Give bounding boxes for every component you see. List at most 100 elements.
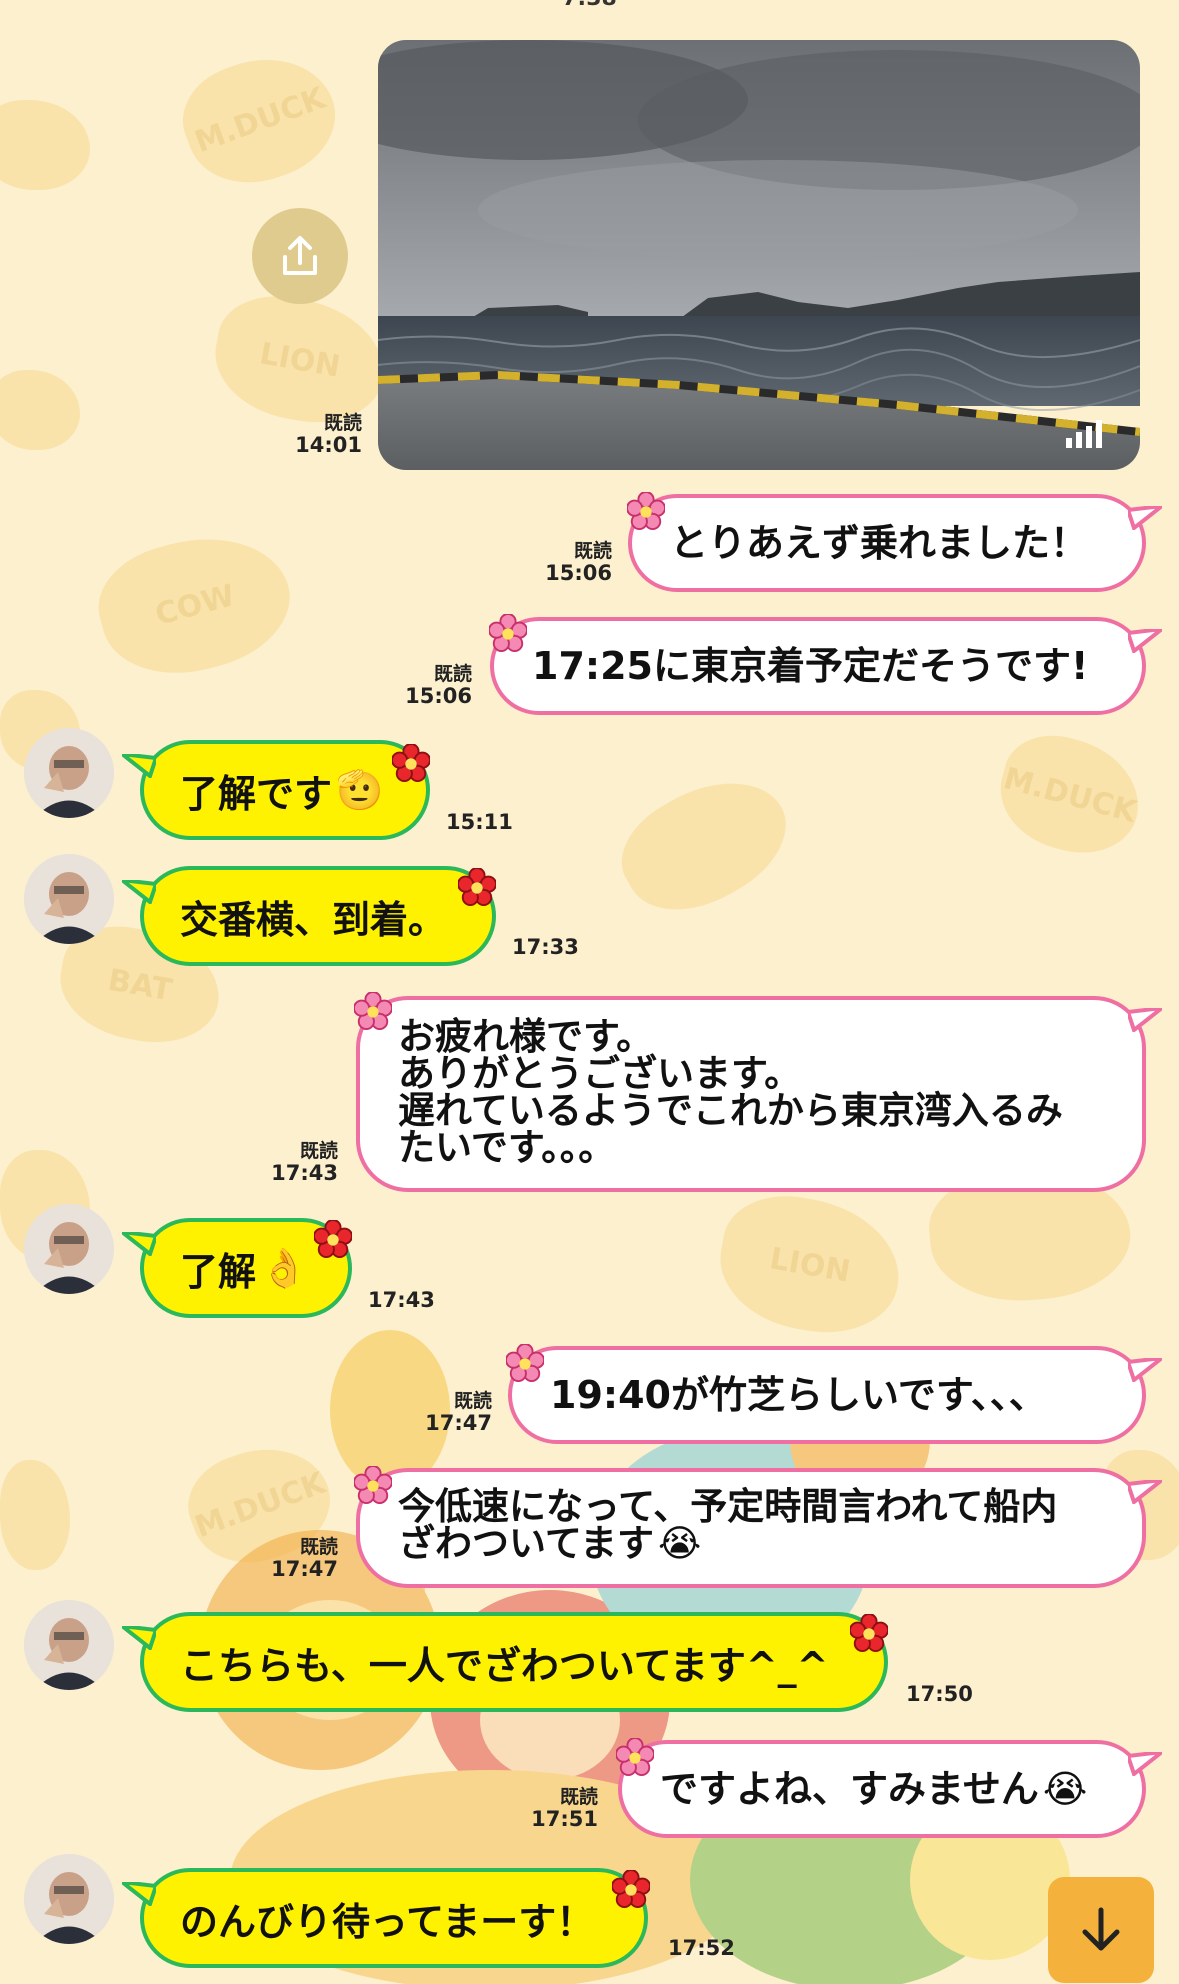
message-meta: 既読 17:47 (380, 1390, 492, 1435)
ok-hand-emoji: 👌 (260, 1245, 308, 1290)
message-text-line: 遅れているようでこれから東京湾入るみ (398, 1089, 1063, 1132)
red-flower-icon (850, 1614, 888, 1652)
bubble-tail (122, 1626, 156, 1650)
avatar-image (24, 1854, 114, 1944)
pink-flower-icon (506, 1344, 544, 1382)
message-meta: 既読 15:06 (500, 541, 612, 585)
saluting-emoji: 🫡 (336, 767, 384, 812)
message-text: 17:25に東京着予定だそうです! (532, 644, 1089, 688)
bubble-tail (122, 880, 156, 904)
red-flower-icon (314, 1220, 352, 1258)
message-text: とりあえず乗れました！ (670, 521, 1089, 565)
read-receipt: 既読 (453, 1390, 492, 1412)
outgoing-message-bubble[interactable]: 今低速になって、予定時間言われて船内 ざわついてます 😭 (356, 1468, 1162, 1588)
red-flower-icon (458, 868, 496, 906)
message-text: 了解 (180, 1249, 257, 1294)
outgoing-message-bubble[interactable]: とりあえず乗れました！ (628, 494, 1162, 592)
message-text-line: ありがとうございます。 (398, 1052, 802, 1095)
message-text-line: たいです。。。 (398, 1126, 616, 1169)
message-text-line: ざわついてます (398, 1522, 655, 1565)
message-time: 17:51 (531, 1806, 598, 1831)
contact-avatar[interactable] (24, 728, 114, 818)
avatar-image (24, 854, 114, 944)
message-time: 17:43 (368, 1288, 435, 1312)
message-meta: 既読 17:51 (486, 1786, 598, 1831)
background-cracker: M.DUCK (988, 723, 1152, 867)
red-flower-icon (612, 1870, 650, 1908)
bubble-tail (1128, 506, 1162, 530)
incoming-message-bubble[interactable]: のんびり待ってまーす！ (122, 1868, 648, 1968)
message-time: 15:11 (446, 810, 513, 834)
incoming-message-bubble[interactable]: こちらも、一人でざわついてます^_^ (122, 1612, 888, 1712)
message-time: 17:47 (271, 1556, 338, 1581)
contact-avatar[interactable] (24, 854, 114, 944)
bubble-tail (1128, 1358, 1162, 1382)
message-time: 17:52 (668, 1936, 735, 1960)
background-label: LION (767, 1240, 853, 1290)
message-time: 17:50 (906, 1682, 973, 1706)
message-time: 14:01 (295, 432, 362, 457)
bubble-tail (122, 754, 156, 778)
background-cracker (0, 370, 80, 450)
outgoing-message-bubble[interactable]: ですよね、すみません 😭 (618, 1740, 1162, 1838)
crying-emoji: 😭 (1042, 1767, 1088, 1811)
pink-flower-icon (616, 1738, 654, 1776)
message-text-line: お疲れ様です。 (398, 1015, 654, 1058)
background-cracker: COW (86, 517, 304, 693)
arrow-down-icon (1082, 1907, 1120, 1951)
pink-flower-icon (354, 1466, 392, 1504)
background-cracker (0, 1460, 70, 1570)
message-text: 19:40が竹芝らしいです、、、 (550, 1373, 1047, 1417)
sea-photo (378, 40, 1140, 470)
bubble-tail (1128, 1008, 1162, 1032)
photo-message-meta: 既読 14:01 (240, 412, 362, 457)
contact-avatar[interactable] (24, 1854, 114, 1944)
message-text: ですよね、すみません (660, 1767, 1039, 1811)
bubble-tail (1128, 629, 1162, 653)
message-time: 17:43 (271, 1160, 338, 1185)
read-receipt: 既読 (433, 663, 472, 685)
bubble-tail (1128, 1480, 1162, 1504)
message-time: 17:47 (425, 1410, 492, 1435)
pink-flower-icon (627, 492, 665, 530)
outgoing-message-bubble[interactable]: 17:25に東京着予定だそうです! (490, 617, 1162, 715)
avatar-image (24, 728, 114, 818)
message-meta: 既読 17:47 (226, 1536, 338, 1581)
scroll-to-bottom-button[interactable] (1048, 1877, 1154, 1983)
background-label: LION (257, 335, 343, 385)
contact-avatar[interactable] (24, 1600, 114, 1690)
photo-message[interactable] (378, 40, 1140, 470)
message-meta: 既読 17:43 (226, 1140, 338, 1185)
read-receipt: 既読 (299, 1140, 338, 1162)
avatar-image (24, 1204, 114, 1294)
incoming-message-bubble[interactable]: 了解です 🫡 (122, 740, 430, 840)
crying-emoji: 😭 (658, 1522, 702, 1565)
background-cracker: LION (205, 286, 395, 434)
message-text: 交番横、到着。 (180, 897, 447, 942)
message-text-line: 今低速になって、予定時間言われて船内 (398, 1485, 1058, 1528)
read-receipt: 既読 (559, 1786, 598, 1808)
outgoing-message-bubble[interactable]: お疲れ様です。 ありがとうございます。 遅れているようでこれから東京湾入るみ た… (356, 996, 1162, 1192)
bubble-tail (1128, 1752, 1162, 1776)
share-icon (283, 236, 317, 275)
red-flower-icon (392, 744, 430, 782)
message-text: こちらも、一人でざわついてます^_^ (180, 1643, 829, 1688)
contact-avatar[interactable] (24, 1204, 114, 1294)
message-text: のんびり待ってまーす！ (180, 1899, 595, 1944)
incoming-message-bubble[interactable]: 交番横、到着。 (122, 866, 496, 966)
read-receipt: 既読 (323, 412, 362, 434)
background-label: M.DUCK (190, 80, 330, 160)
pink-flower-icon (354, 992, 392, 1030)
message-time: 15:06 (545, 560, 612, 585)
background-cracker (0, 100, 90, 190)
message-meta: 既読 15:06 (360, 663, 472, 708)
read-receipt: 既読 (299, 1536, 338, 1558)
bubble-tail (122, 1232, 156, 1256)
pink-flower-icon (489, 614, 527, 652)
bubble-tail (122, 1882, 156, 1906)
share-button[interactable] (252, 208, 348, 304)
background-cracker (603, 754, 807, 936)
message-time: 15:06 (405, 683, 472, 708)
outgoing-message-bubble[interactable]: 19:40が竹芝らしいです、、、 (508, 1346, 1162, 1444)
message-time: 17:33 (512, 935, 579, 959)
